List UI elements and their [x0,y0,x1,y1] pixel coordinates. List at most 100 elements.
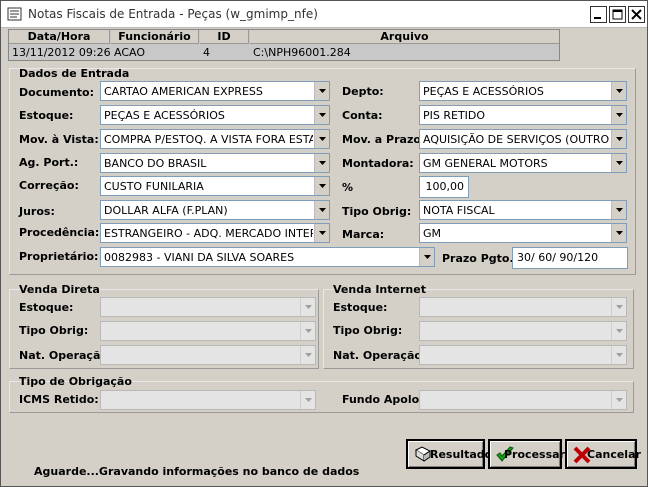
col-header-funcionario[interactable]: Funcionário [111,30,199,44]
chevron-down-icon[interactable] [300,322,315,340]
documento-dropdown[interactable]: CARTAO AMERICAN EXPRESS [100,81,330,101]
section-dados-entrada: Dados de Entrada [19,67,130,80]
chevron-down-icon[interactable] [314,201,329,219]
vd-tipo-obrig-dropdown[interactable] [100,321,316,341]
icms-retido-dropdown[interactable] [100,390,316,410]
close-button[interactable] [628,6,645,23]
vi-nat-operacao-dropdown[interactable] [419,345,627,365]
section-venda-internet: Venda Internet [333,283,426,296]
chevron-down-icon[interactable] [300,298,315,316]
processar-button[interactable]: Processar [488,439,565,469]
mov-vista-dropdown[interactable]: COMPRA P/ESTOQ. A VISTA FORA ESTADO [100,129,330,149]
conta-value: PIS RETIDO [423,109,486,122]
vi-estoque-label: Estoque: [333,301,388,314]
vd-nat-operacao-dropdown[interactable] [100,345,316,365]
table-cell[interactable]: 4 [200,45,249,61]
chevron-down-icon[interactable] [300,346,315,364]
percent-input[interactable]: 100,00 [419,176,469,198]
proprietario-dropdown[interactable]: 0082983 - VIANI DA SILVA SOARES [100,247,435,267]
chevron-down-icon[interactable] [314,130,329,148]
chevron-down-icon[interactable] [611,322,626,340]
table-cell[interactable]: 13/11/2012 09:26 [9,45,110,61]
fundo-apolo-dropdown[interactable] [419,390,627,410]
chevron-down-icon[interactable] [611,154,626,172]
section-tipo-obrigacao: Tipo de Obrigação [19,375,132,388]
depto-label: Depto: [342,85,384,98]
close-icon [631,9,642,20]
marca-label: Marca: [342,228,385,241]
estoque-label: Estoque: [19,109,74,122]
procedencia-value: ESTRANGEIRO - ADQ. MERCADO INTERNO [104,227,313,240]
chevron-down-icon[interactable] [314,177,329,195]
chevron-down-icon[interactable] [314,224,329,242]
documento-label: Documento: [19,86,95,99]
conta-label: Conta: [342,109,383,122]
vi-tipo-obrig-dropdown[interactable] [419,321,627,341]
chevron-down-icon[interactable] [611,130,626,148]
chevron-down-icon[interactable] [611,391,626,409]
montadora-value: GM GENERAL MOTORS [423,157,548,170]
table-cell[interactable]: C:\NPH96001.284 [250,45,559,61]
conta-dropdown[interactable]: PIS RETIDO [419,105,627,125]
chevron-down-icon[interactable] [611,106,626,124]
icms-retido-label: ICMS Retido: [19,393,99,406]
chevron-down-icon[interactable] [611,298,626,316]
proprietario-value: 0082983 - VIANI DA SILVA SOARES [104,251,295,264]
juros-value: DOLLAR ALFA (F.PLAN) [104,204,228,217]
montadora-dropdown[interactable]: GM GENERAL MOTORS [419,153,627,173]
col-header-arquivo[interactable]: Arquivo [250,30,559,44]
chevron-down-icon[interactable] [611,346,626,364]
vd-estoque-dropdown[interactable] [100,297,316,317]
chevron-down-icon[interactable] [611,224,626,242]
prazo-pgto-input[interactable]: 30/ 60/ 90/120 [512,247,628,269]
correcao-value: CUSTO FUNILARIA [104,180,204,193]
chevron-down-icon[interactable] [314,82,329,100]
chevron-down-icon[interactable] [300,391,315,409]
tipo-obrig-dropdown[interactable]: NOTA FISCAL [419,200,627,220]
vi-nat-operacao-label: Nat. Operação: [333,349,427,362]
chevron-down-icon[interactable] [611,82,626,100]
table-cell[interactable]: ACAO [111,45,199,61]
percent-label: % [342,181,354,194]
vi-tipo-obrig-label: Tipo Obrig: [333,324,403,337]
proprietario-label: Proprietário: [19,250,99,263]
minimize-button[interactable] [590,6,607,23]
minimize-icon [594,17,601,19]
ag-port-value: BANCO DO BRASIL [104,157,207,170]
montadora-label: Montadora: [342,157,414,170]
vi-estoque-dropdown[interactable] [419,297,627,317]
col-header-id[interactable]: ID [200,30,249,44]
resultado-button[interactable]: Resultado [406,439,492,469]
vd-nat-operacao-label: Nat. Operação: [19,349,113,362]
tipo-obrig-value: NOTA FISCAL [423,204,495,217]
chevron-down-icon[interactable] [419,248,434,266]
status-message: Aguarde...Gravando informações no banco … [34,465,360,478]
chevron-down-icon[interactable] [314,154,329,172]
procedencia-dropdown[interactable]: ESTRANGEIRO - ADQ. MERCADO INTERNO [100,223,330,243]
procedencia-label: Procedência: [19,226,100,239]
cancelar-button[interactable]: Cancelar [565,439,641,469]
cancelar-label: Cancelar [587,448,641,461]
marca-dropdown[interactable]: GM [419,223,627,243]
vd-tipo-obrig-label: Tipo Obrig: [19,324,89,337]
col-header-datahora[interactable]: Data/Hora [9,30,110,44]
mov-prazo-label: Mov. a Prazo: [342,133,426,146]
mov-prazo-dropdown[interactable]: AQUISIÇÃO DE SERVIÇOS (OUTROS) [419,129,627,149]
juros-dropdown[interactable]: DOLLAR ALFA (F.PLAN) [100,200,330,220]
estoque-dropdown[interactable]: PEÇAS E ACESSÓRIOS [100,105,330,125]
chevron-down-icon[interactable] [314,106,329,124]
mov-prazo-value: AQUISIÇÃO DE SERVIÇOS (OUTROS) [423,133,610,146]
maximize-icon [612,9,623,20]
fundo-apolo-label: Fundo Apolo: [342,393,424,406]
title-bar[interactable]: Notas Fiscais de Entrada - Peças (w_gmim… [1,1,647,28]
mov-vista-value: COMPRA P/ESTOQ. A VISTA FORA ESTADO [104,133,313,146]
chevron-down-icon[interactable] [611,201,626,219]
ag-port-dropdown[interactable]: BANCO DO BRASIL [100,153,330,173]
ag-port-label: Ag. Port.: [19,156,79,169]
depto-dropdown[interactable]: PEÇAS E ACESSÓRIOS [419,81,627,101]
marca-value: GM [423,227,442,240]
correcao-label: Correção: [19,179,79,192]
correcao-dropdown[interactable]: CUSTO FUNILARIA [100,176,330,196]
prazo-pgto-label: Prazo Pgto.: [442,252,519,265]
maximize-button[interactable] [609,6,626,23]
